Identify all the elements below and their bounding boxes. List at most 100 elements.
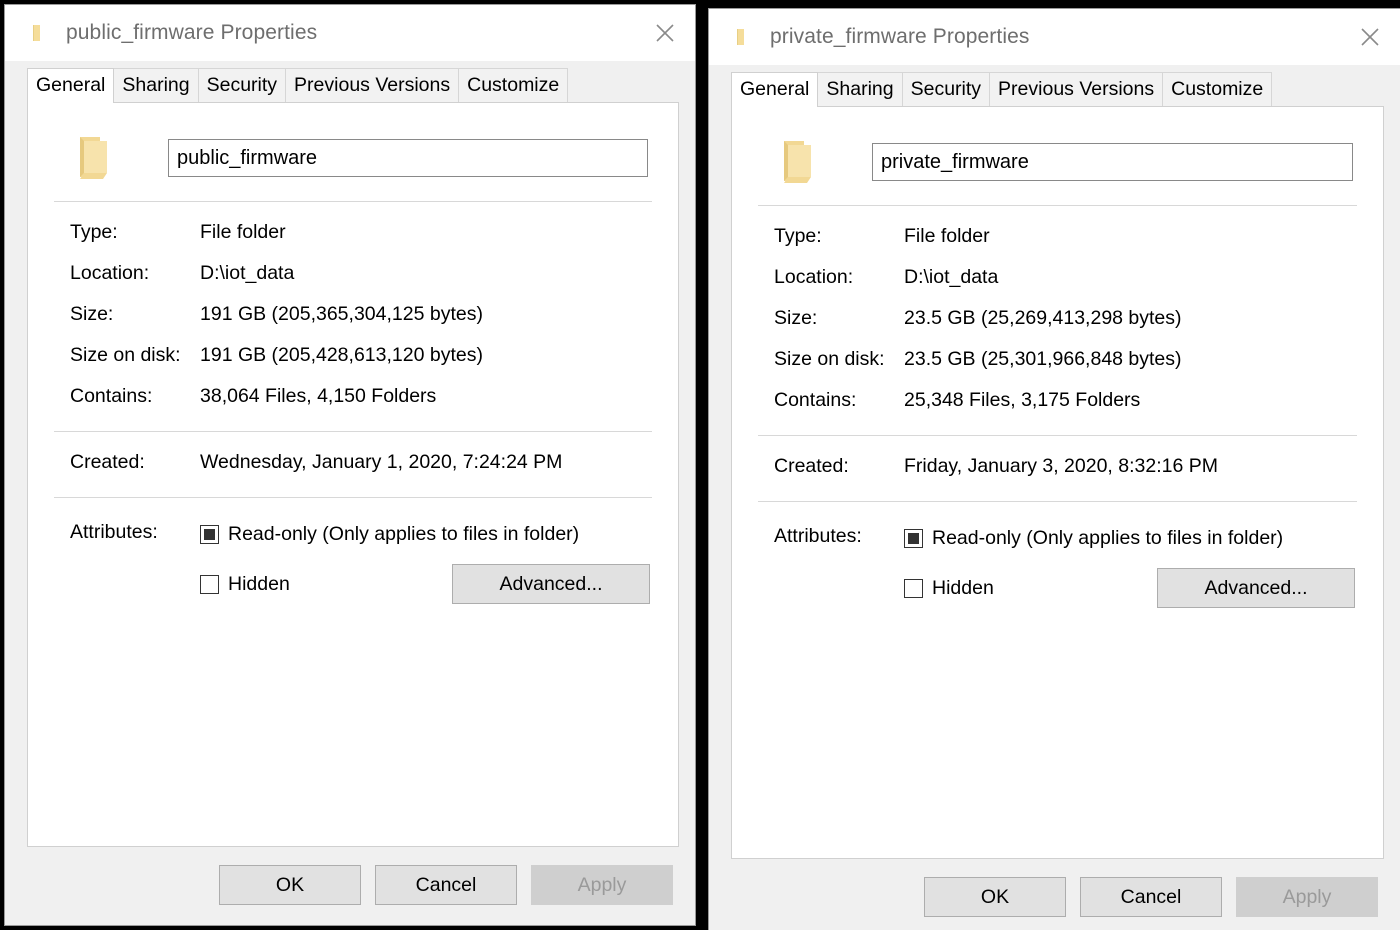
info-label-size-on-disk: Size on disk:: [774, 348, 885, 371]
properties-dialog-public-firmware: public_firmware Properties General Shari…: [4, 4, 696, 926]
info-value-created: Wednesday, January 1, 2020, 7:24:24 PM: [200, 451, 563, 474]
readonly-checkbox[interactable]: [904, 528, 923, 548]
apply-button: Apply: [531, 865, 673, 905]
info-label-contains: Contains:: [774, 389, 857, 412]
dialog-footer: OK Cancel Apply: [709, 859, 1400, 930]
info-value-type: File folder: [904, 225, 990, 248]
dialog-title: public_firmware Properties: [66, 21, 318, 44]
tab-general[interactable]: General: [731, 72, 819, 108]
info-value-created: Friday, January 3, 2020, 8:32:16 PM: [904, 455, 1218, 478]
divider: [54, 431, 652, 433]
folder-name-row: private_firmware: [756, 129, 1359, 191]
info-row-created: Created: Friday, January 3, 2020, 8:32:1…: [756, 446, 1359, 487]
hidden-checkbox[interactable]: [200, 574, 219, 594]
info-row-type: Type: File folder: [756, 216, 1359, 257]
info-row-size: Size: 191 GB (205,365,304,125 bytes): [52, 294, 654, 335]
info-row-location: Location: D:\iot_data: [756, 257, 1359, 298]
folder-name-row: public_firmware: [52, 125, 654, 187]
tab-security[interactable]: Security: [901, 72, 991, 107]
info-value-size-on-disk: 23.5 GB (25,301,966,848 bytes): [904, 348, 1182, 371]
ok-button[interactable]: OK: [219, 865, 361, 905]
folder-icon: [30, 22, 52, 44]
tab-security[interactable]: Security: [197, 68, 287, 103]
ok-button[interactable]: OK: [924, 877, 1066, 917]
info-label-size-on-disk: Size on disk:: [70, 344, 181, 367]
info-label-location: Location:: [70, 262, 150, 285]
info-label-size: Size:: [70, 303, 114, 326]
info-row-contains: Contains: 25,348 Files, 3,175 Folders: [756, 380, 1359, 421]
hidden-checkbox-row[interactable]: Hidden: [200, 568, 290, 600]
advanced-button[interactable]: Advanced...: [1157, 568, 1355, 609]
tab-sharing[interactable]: Sharing: [113, 68, 199, 103]
folder-name-input[interactable]: public_firmware: [168, 139, 648, 178]
cancel-button[interactable]: Cancel: [1080, 877, 1222, 917]
tab-previous-versions[interactable]: Previous Versions: [989, 72, 1164, 107]
readonly-checkbox[interactable]: [200, 524, 219, 544]
hidden-label: Hidden: [932, 576, 994, 599]
info-value-size-on-disk: 191 GB (205,428,613,120 bytes): [200, 344, 483, 367]
divider: [54, 497, 652, 499]
info-label-contains: Contains:: [70, 385, 153, 408]
hidden-checkbox-row[interactable]: Hidden: [904, 572, 994, 604]
apply-button: Apply: [1236, 877, 1378, 917]
general-tab-panel: private_firmware Type: File folder Locat…: [731, 106, 1384, 859]
divider: [758, 435, 1357, 437]
info-label-type: Type:: [774, 225, 822, 248]
folder-icon: [74, 133, 120, 183]
folder-name-input[interactable]: private_firmware: [872, 143, 1353, 182]
folder-icon: [778, 137, 824, 187]
readonly-label: Read-only (Only applies to files in fold…: [932, 526, 1284, 549]
info-value-location: D:\iot_data: [200, 262, 295, 285]
close-icon[interactable]: [1340, 9, 1400, 65]
attributes-section: Attributes: Read-only (Only applies to f…: [756, 512, 1359, 609]
info-row-created: Created: Wednesday, January 1, 2020, 7:2…: [52, 442, 654, 483]
tab-sharing[interactable]: Sharing: [817, 72, 903, 107]
folder-icon: [734, 26, 756, 48]
info-label-size: Size:: [774, 307, 818, 330]
info-value-contains: 38,064 Files, 4,150 Folders: [200, 385, 437, 408]
info-row-type: Type: File folder: [52, 212, 654, 253]
tab-strip: General Sharing Security Previous Versio…: [709, 65, 1400, 108]
dialog-title: private_firmware Properties: [770, 25, 1030, 48]
info-row-size: Size: 23.5 GB (25,269,413,298 bytes): [756, 298, 1359, 339]
info-value-size: 191 GB (205,365,304,125 bytes): [200, 303, 483, 326]
hidden-checkbox[interactable]: [904, 578, 923, 598]
info-label-created: Created:: [774, 455, 849, 478]
info-value-contains: 25,348 Files, 3,175 Folders: [904, 389, 1141, 412]
title-bar: private_firmware Properties: [709, 9, 1400, 65]
tab-previous-versions[interactable]: Previous Versions: [285, 68, 460, 103]
divider: [758, 501, 1357, 503]
info-label-created: Created:: [70, 451, 145, 474]
title-bar: public_firmware Properties: [5, 5, 695, 61]
info-label-location: Location:: [774, 266, 854, 289]
info-label-type: Type:: [70, 221, 118, 244]
readonly-checkbox-row[interactable]: Read-only (Only applies to files in fold…: [200, 518, 654, 550]
info-value-location: D:\iot_data: [904, 266, 999, 289]
info-row-size-on-disk: Size on disk: 23.5 GB (25,301,966,848 by…: [756, 339, 1359, 380]
info-row-size-on-disk: Size on disk: 191 GB (205,428,613,120 by…: [52, 335, 654, 376]
attributes-label: Attributes:: [70, 521, 158, 544]
info-value-type: File folder: [200, 221, 286, 244]
tab-general[interactable]: General: [27, 68, 115, 104]
attributes-label: Attributes:: [774, 525, 862, 548]
cancel-button[interactable]: Cancel: [375, 865, 517, 905]
desktop-background: public_firmware Properties General Shari…: [0, 0, 1400, 930]
info-row-contains: Contains: 38,064 Files, 4,150 Folders: [52, 376, 654, 417]
tab-customize[interactable]: Customize: [1162, 72, 1273, 107]
dialog-footer: OK Cancel Apply: [5, 847, 695, 925]
close-icon[interactable]: [635, 5, 695, 61]
info-row-location: Location: D:\iot_data: [52, 253, 654, 294]
info-value-size: 23.5 GB (25,269,413,298 bytes): [904, 307, 1182, 330]
readonly-label: Read-only (Only applies to files in fold…: [228, 522, 580, 545]
attributes-section: Attributes: Read-only (Only applies to f…: [52, 508, 654, 605]
tab-customize[interactable]: Customize: [458, 68, 569, 103]
divider: [54, 201, 652, 203]
properties-dialog-private-firmware: private_firmware Properties General Shar…: [708, 8, 1400, 930]
hidden-label: Hidden: [228, 572, 290, 595]
divider: [758, 205, 1357, 207]
hidden-and-advanced-row: Hidden Advanced...: [200, 564, 654, 605]
tab-strip: General Sharing Security Previous Versio…: [5, 61, 695, 104]
general-tab-panel: public_firmware Type: File folder Locati…: [27, 102, 679, 847]
advanced-button[interactable]: Advanced...: [452, 564, 650, 605]
readonly-checkbox-row[interactable]: Read-only (Only applies to files in fold…: [904, 522, 1359, 554]
